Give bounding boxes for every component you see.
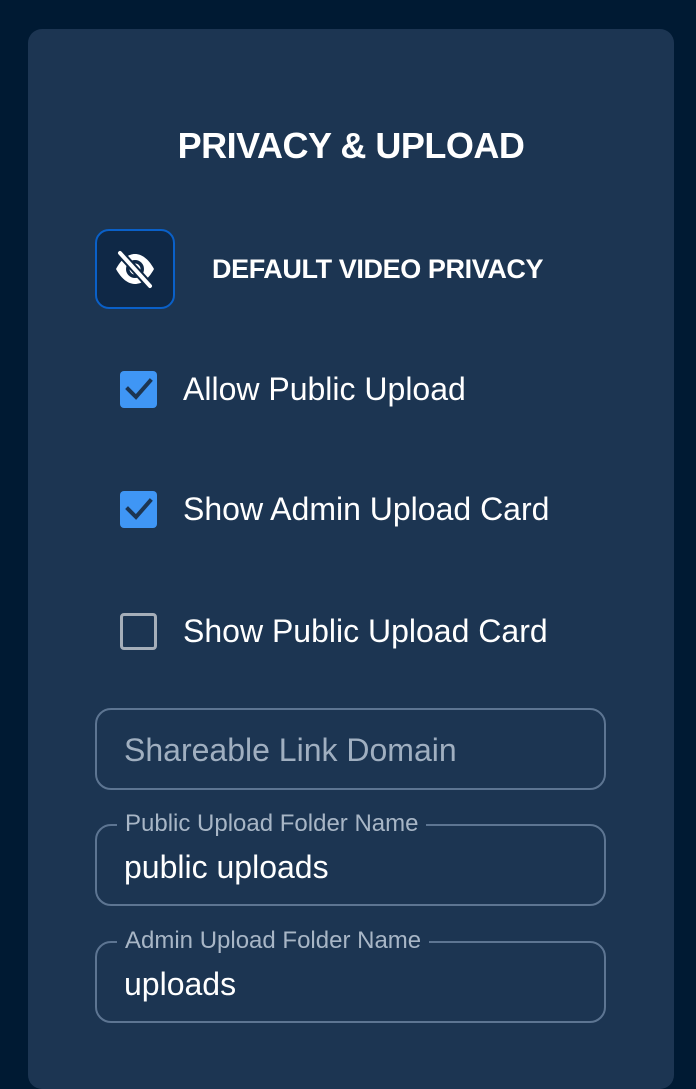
checkmark-icon [124, 378, 153, 400]
admin-upload-folder-label: Admin Upload Folder Name [117, 927, 430, 955]
show-public-upload-card-option[interactable]: Show Public Upload Card [120, 611, 548, 651]
public-upload-folder-label: Public Upload Folder Name [117, 810, 427, 838]
show-admin-upload-card-label: Show Admin Upload Card [183, 491, 550, 527]
admin-upload-folder-field[interactable]: Admin Upload Folder Name [95, 927, 606, 1023]
shareable-link-domain-input[interactable] [124, 732, 584, 768]
eye-slash-icon [112, 249, 158, 289]
show-admin-upload-card-checkbox[interactable] [120, 490, 157, 528]
shareable-link-domain-field[interactable] [95, 708, 606, 790]
privacy-toggle-button[interactable] [95, 229, 175, 309]
public-upload-folder-input[interactable] [124, 848, 584, 886]
public-upload-folder-field[interactable]: Public Upload Folder Name [95, 810, 606, 906]
show-public-upload-card-checkbox[interactable] [120, 612, 157, 650]
allow-public-upload-label: Allow Public Upload [183, 371, 466, 407]
allow-public-upload-option[interactable]: Allow Public Upload [120, 369, 466, 409]
checkmark-icon [124, 498, 153, 520]
default-video-privacy-label: DEFAULT VIDEO PRIVACY [212, 254, 544, 284]
show-admin-upload-card-option[interactable]: Show Admin Upload Card [120, 489, 549, 529]
allow-public-upload-checkbox[interactable] [120, 370, 157, 408]
show-public-upload-card-label: Show Public Upload Card [183, 613, 548, 649]
panel-title: PRIVACY & UPLOAD [177, 125, 525, 166]
admin-upload-folder-input[interactable] [124, 965, 584, 1003]
